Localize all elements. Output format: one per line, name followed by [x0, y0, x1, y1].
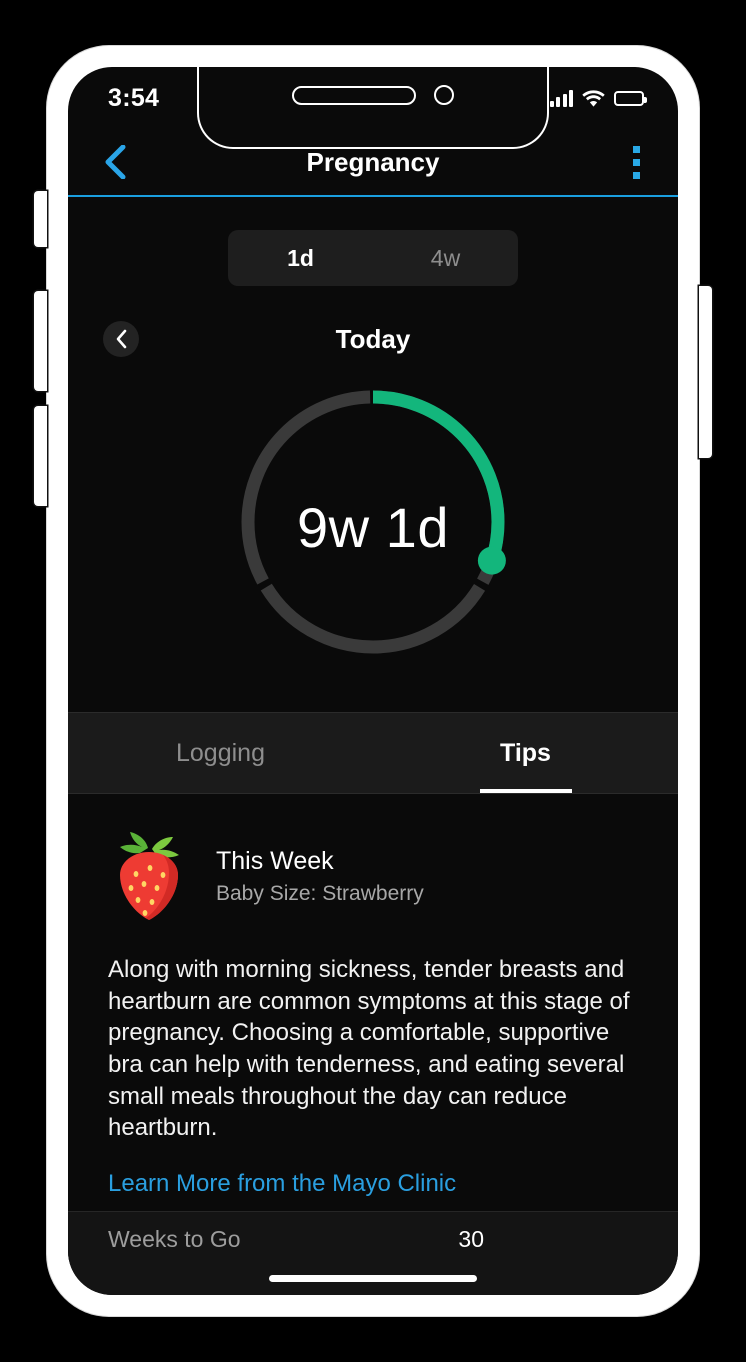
status-bar-time: 3:54 [108, 83, 160, 112]
status-bar-icons [549, 89, 647, 107]
date-title: Today [335, 323, 411, 354]
battery-icon [614, 90, 647, 106]
wifi-icon [582, 89, 605, 107]
tab-tips[interactable]: Tips [373, 713, 678, 793]
tip-header: This Week Baby Size: Strawberry [108, 828, 638, 924]
volume-down-button[interactable] [34, 406, 47, 506]
range-option-4w[interactable]: 4w [373, 230, 518, 286]
tab-logging[interactable]: Logging [68, 713, 373, 793]
chevron-left-icon [105, 145, 126, 179]
tip-header-text: This Week Baby Size: Strawberry [216, 847, 424, 906]
chevron-left-icon [116, 329, 126, 349]
strawberry-icon [120, 832, 179, 920]
tip-subheading: Baby Size: Strawberry [216, 881, 424, 905]
front-camera-icon [434, 85, 454, 105]
content-tab-bar: Logging Tips [68, 712, 678, 794]
power-button[interactable] [699, 286, 712, 458]
progress-ring: 9w 1d [68, 382, 678, 662]
tip-heading: This Week [216, 846, 334, 875]
silent-switch[interactable] [34, 191, 47, 247]
bottom-summary: Weeks to Go 30 [68, 1211, 678, 1295]
previous-day-button[interactable] [103, 321, 139, 357]
tip-card: This Week Baby Size: Strawberry Along wi… [68, 794, 678, 1198]
cellular-signal-icon [549, 89, 573, 107]
summary-label: Weeks to Go [108, 1226, 241, 1252]
earpiece-speaker-icon [292, 85, 416, 105]
volume-up-button[interactable] [34, 291, 47, 391]
tip-body: Along with morning sickness, tender brea… [108, 956, 630, 1142]
range-segmented-control[interactable]: 1d 4w [228, 230, 518, 286]
phone-frame: 3:54 Pregnancy 1d 4w Today 9w 1d Logging… [34, 46, 712, 1316]
kebab-menu-icon[interactable] [633, 145, 640, 179]
range-option-1d[interactable]: 1d [228, 230, 373, 286]
home-indicator[interactable] [269, 1275, 477, 1282]
summary-row: Weeks to Go 30 [68, 1212, 678, 1253]
ring-value-label: 9w 1d [297, 496, 449, 559]
back-button[interactable] [98, 145, 132, 179]
phone-screen: 3:54 Pregnancy 1d 4w Today 9w 1d Logging… [68, 67, 678, 1295]
summary-value: 30 [458, 1226, 484, 1252]
range-section: 1d 4w [68, 197, 678, 286]
learn-more-link[interactable]: Learn More from the Mayo Clinic [108, 1170, 456, 1198]
notch [197, 67, 549, 149]
page-title: Pregnancy [306, 146, 440, 177]
date-header: Today [68, 308, 678, 370]
